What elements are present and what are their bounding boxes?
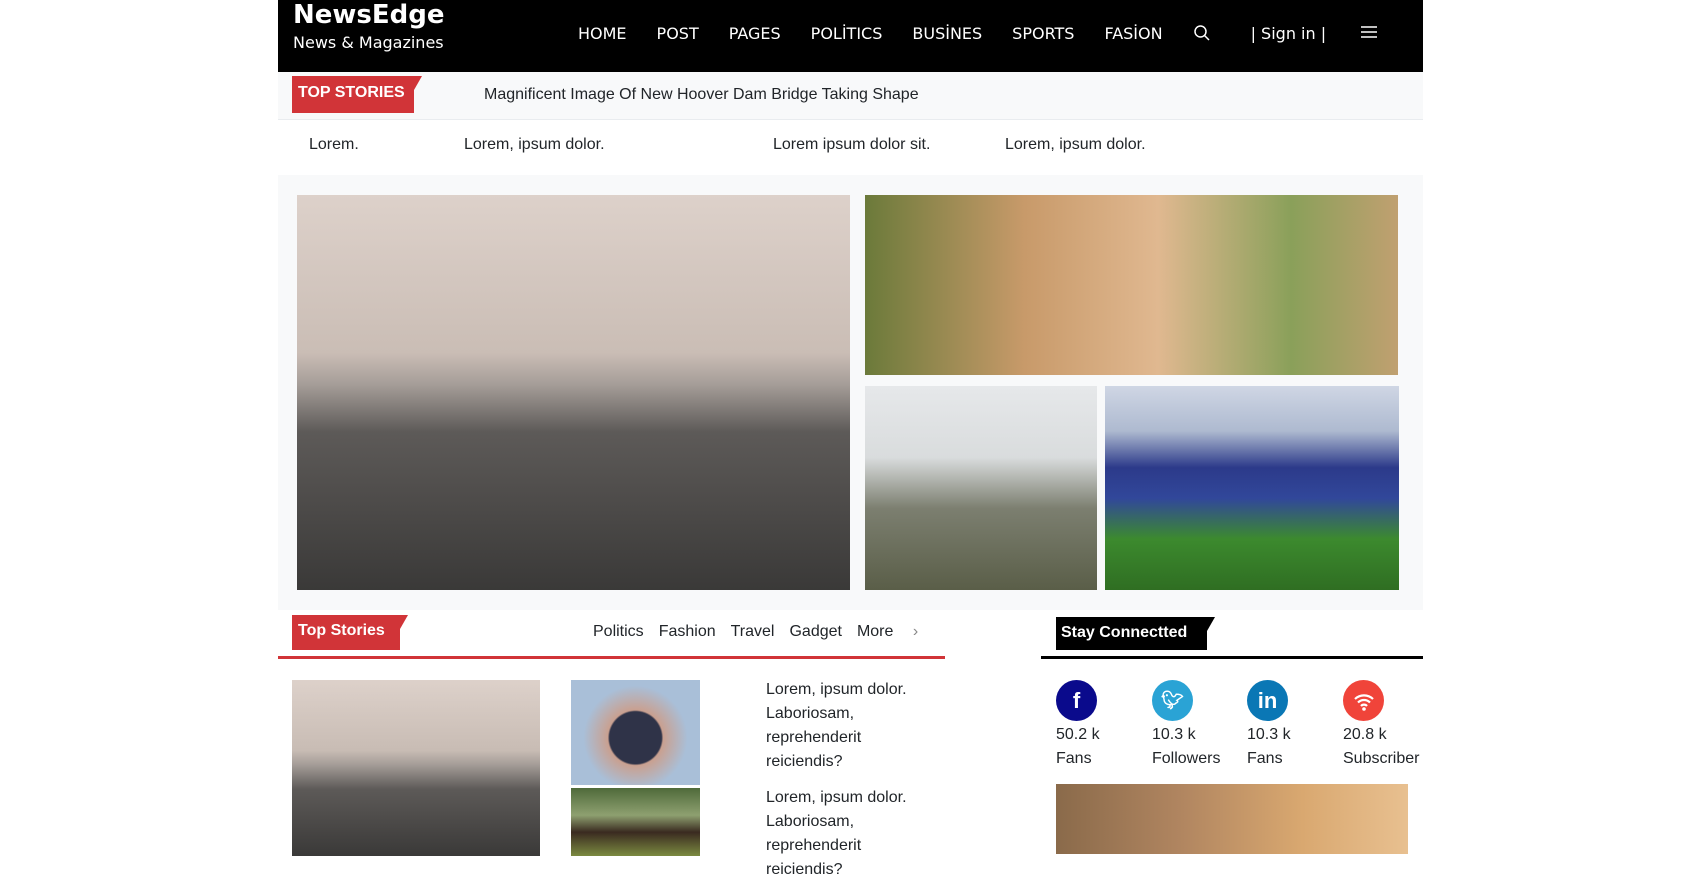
social-unit: Subscriber: [1343, 750, 1420, 767]
story-text[interactable]: Lorem, ipsum dolor. Laboriosam, reprehen…: [766, 786, 926, 882]
social-linkedin[interactable]: in 10.3 k Fans: [1247, 680, 1291, 771]
nav-sports[interactable]: SPORTS: [1012, 24, 1074, 46]
social-count: 10.3 k: [1247, 726, 1291, 743]
social-unit: Followers: [1152, 750, 1221, 767]
section-divider: [1041, 656, 1423, 659]
sidebar-image[interactable]: [1056, 784, 1408, 854]
section-title: Top Stories: [298, 622, 385, 639]
section-divider: [278, 656, 945, 659]
nav-business[interactable]: BUSİNES: [912, 24, 982, 46]
quick-link[interactable]: Lorem, ipsum dolor.: [1005, 136, 1146, 154]
quick-link[interactable]: Lorem ipsum dolor sit.: [773, 136, 930, 154]
tab-politics[interactable]: Politics: [593, 623, 644, 641]
ticker-bar: TOP STORIES Magnificent Image Of New Hoo…: [278, 72, 1423, 120]
story-text[interactable]: Lorem, ipsum dolor. Laboriosam, reprehen…: [766, 678, 926, 774]
more-label: More: [856, 623, 894, 640]
featured-image-mountain[interactable]: [865, 386, 1097, 590]
twitter-icon: 🐦︎: [1152, 680, 1193, 721]
story-image-forest[interactable]: [571, 788, 700, 856]
category-tabs: Politics Fashion Travel Gadget More ›: [593, 623, 948, 641]
quick-link[interactable]: Lorem, ipsum dolor.: [464, 136, 605, 154]
site-logo[interactable]: NewsEdge: [293, 0, 445, 30]
featured-image-grass[interactable]: [865, 195, 1398, 375]
social-twitter[interactable]: 🐦︎ 10.3 k Followers: [1152, 680, 1220, 771]
social-unit: Fans: [1056, 750, 1092, 767]
nav-fashion[interactable]: FASİON: [1104, 24, 1162, 46]
menu-icon[interactable]: [1360, 24, 1378, 46]
site-header: NewsEdge News & Magazines HOME POST PAGE…: [278, 0, 1423, 72]
social-count: 50.2 k: [1056, 726, 1100, 743]
search-icon[interactable]: [1193, 24, 1211, 46]
ticker-headline[interactable]: Magnificent Image Of New Hoover Dam Brid…: [484, 86, 919, 104]
quick-link[interactable]: Lorem.: [309, 136, 359, 154]
story-image-sea[interactable]: [292, 680, 540, 856]
featured-image-flowers[interactable]: [1105, 386, 1399, 590]
tab-travel[interactable]: Travel: [731, 623, 775, 641]
social-rss[interactable]: 20.8 k Subscriber: [1343, 680, 1419, 771]
main-nav: HOME POST PAGES POLİTICS BUSİNES SPORTS …: [578, 24, 1408, 46]
social-unit: Fans: [1247, 750, 1283, 767]
tab-fashion[interactable]: Fashion: [659, 623, 716, 641]
nav-home[interactable]: HOME: [578, 24, 627, 46]
facebook-icon: f: [1056, 680, 1097, 721]
chevron-right-icon: ›: [912, 623, 919, 640]
social-count: 20.8 k: [1343, 726, 1387, 743]
nav-post[interactable]: POST: [657, 24, 699, 46]
stay-connected-label: Stay Connectted: [1056, 617, 1215, 650]
featured-image-sea[interactable]: [297, 195, 850, 590]
top-stories-badge: TOP STORIES: [292, 76, 422, 113]
social-facebook[interactable]: f 50.2 k Fans: [1056, 680, 1100, 771]
nav-pages[interactable]: PAGES: [729, 24, 781, 46]
nav-politics[interactable]: POLİTICS: [811, 24, 883, 46]
sign-in-link[interactable]: | Sign in |: [1251, 24, 1327, 46]
site-tagline: News & Magazines: [293, 33, 444, 52]
section-title: Stay Connectted: [1061, 624, 1188, 641]
linkedin-icon: in: [1247, 680, 1288, 721]
badge-label: TOP STORIES: [298, 84, 405, 101]
rss-icon: [1343, 680, 1384, 721]
social-count: 10.3 k: [1152, 726, 1196, 743]
top-stories-label: Top Stories: [292, 615, 408, 650]
story-image-grapes[interactable]: [571, 680, 700, 785]
tab-gadget[interactable]: Gadget: [789, 623, 841, 641]
tab-more[interactable]: More ›: [857, 623, 933, 641]
